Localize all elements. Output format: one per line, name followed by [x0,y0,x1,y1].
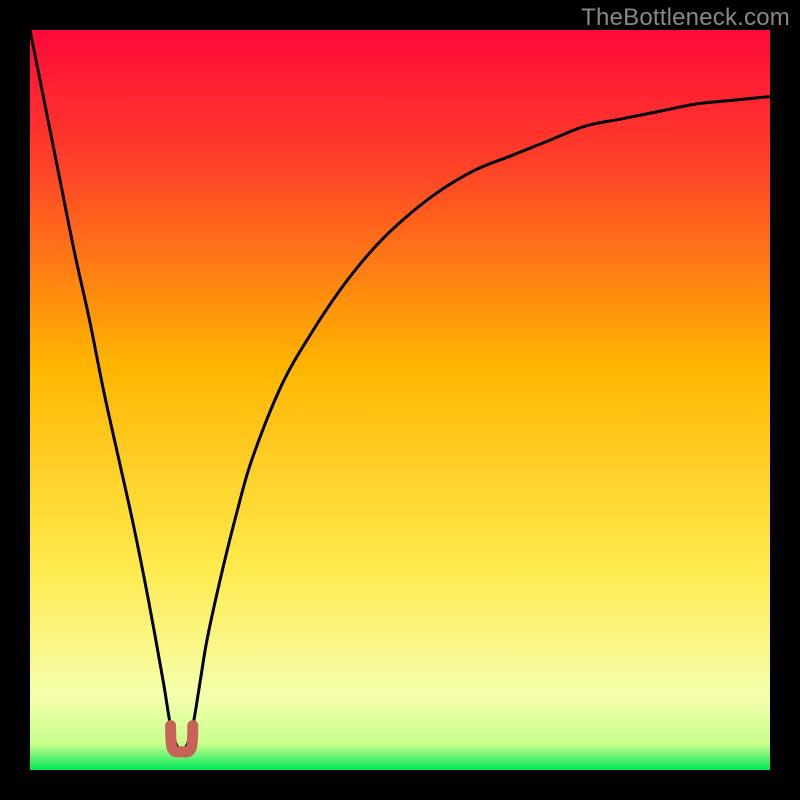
watermark-text: TheBottleneck.com [581,4,790,32]
plot-svg [30,30,770,770]
gradient-background [30,30,770,770]
plot-area [30,30,770,770]
chart-frame: TheBottleneck.com [0,0,800,800]
